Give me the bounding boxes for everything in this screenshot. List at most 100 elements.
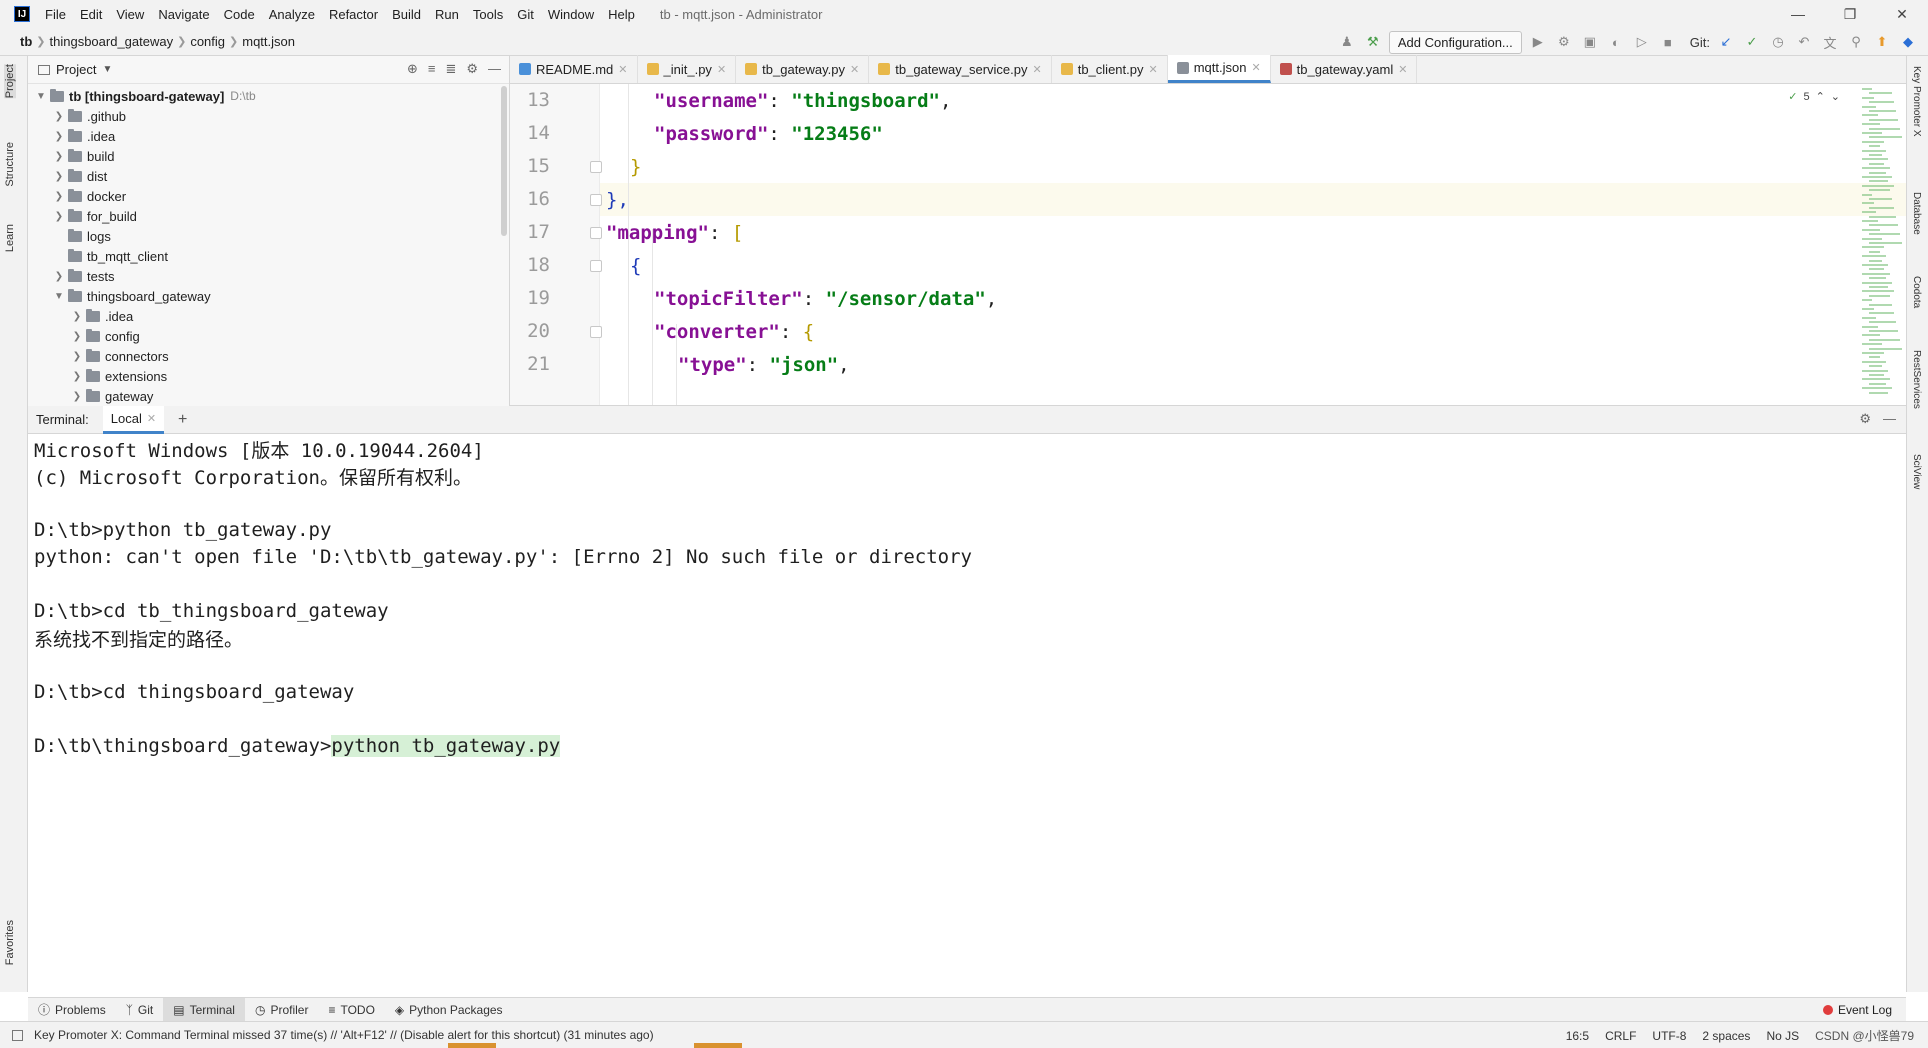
close-icon[interactable]: ✕	[1033, 63, 1042, 76]
tree-item[interactable]: ❯ docker	[52, 186, 126, 206]
menu-tools[interactable]: Tools	[466, 7, 510, 22]
stop-icon[interactable]: ■	[1658, 32, 1678, 52]
tree-item[interactable]: ❯ build	[52, 146, 114, 166]
tree-item[interactable]: ❯ .idea	[70, 306, 133, 326]
tree-item[interactable]: ❯ tests	[52, 266, 114, 286]
close-icon[interactable]: ✕	[1876, 0, 1928, 28]
menu-refactor[interactable]: Refactor	[322, 7, 385, 22]
code-editor[interactable]: 13 14 15 16 17 18 19 20 21 "username": "thingsbo…	[510, 84, 1906, 406]
close-icon[interactable]: ✕	[850, 63, 859, 76]
add-configuration-button[interactable]: Add Configuration...	[1388, 30, 1522, 54]
sciview-tool-tab[interactable]: SciView	[1911, 454, 1922, 489]
problems-tab[interactable]: ⓘ Problems	[28, 998, 116, 1022]
git-update-icon[interactable]: ↙	[1716, 32, 1736, 52]
menu-git[interactable]: Git	[510, 7, 541, 22]
tree-item[interactable]: ❯ dist	[52, 166, 107, 186]
profiler-tab[interactable]: ◷ Profiler	[245, 998, 319, 1022]
close-icon[interactable]: ✕	[1251, 61, 1260, 74]
chevron-right-icon[interactable]: ❯	[52, 211, 66, 222]
terminal-tab[interactable]: ▤ Terminal	[163, 997, 245, 1022]
editor-tab[interactable]: tb_gateway_service.py ✕	[869, 55, 1052, 83]
chevron-down-icon[interactable]: ⌄	[1831, 90, 1840, 103]
menu-edit[interactable]: Edit	[73, 7, 109, 22]
gear-icon[interactable]: ⚙	[1859, 411, 1871, 427]
chevron-right-icon[interactable]: ❯	[52, 131, 66, 142]
git-history-icon[interactable]: ◷	[1768, 32, 1788, 52]
editor-tab[interactable]: mqtt.json ✕	[1167, 55, 1271, 83]
codota-tool-tab[interactable]: Codota	[1911, 276, 1922, 308]
tree-item[interactable]: ❯ for_build	[52, 206, 137, 226]
chevron-right-icon[interactable]: ❯	[70, 331, 84, 342]
git-rollback-icon[interactable]: ↶	[1794, 32, 1814, 52]
close-icon[interactable]: ✕	[1398, 63, 1407, 76]
collapse-all-icon[interactable]: ≣	[445, 61, 456, 77]
breadcrumb-config[interactable]: config	[186, 34, 229, 49]
chevron-right-icon[interactable]: ❯	[52, 151, 66, 162]
fold-marker-icon[interactable]	[590, 260, 602, 272]
file-encoding[interactable]: UTF-8	[1652, 1029, 1686, 1043]
fold-marker-icon[interactable]	[590, 326, 602, 338]
minimize-icon[interactable]: —	[1772, 0, 1824, 28]
database-tool-tab[interactable]: Database	[1911, 192, 1922, 235]
terminal-output[interactable]: Microsoft Windows [版本 10.0.19044.2604] (…	[28, 434, 1906, 997]
status-panel-icon[interactable]	[12, 1030, 23, 1041]
chevron-down-icon[interactable]: ▼	[52, 291, 66, 302]
chevron-right-icon[interactable]: ❯	[52, 171, 66, 182]
fold-marker-icon[interactable]	[590, 161, 602, 173]
chevron-down-icon[interactable]: ▼	[102, 64, 112, 75]
debug-icon[interactable]: ⚙	[1554, 32, 1574, 52]
terminal-current-command[interactable]: python tb_gateway.py	[331, 735, 561, 757]
close-icon[interactable]: ✕	[618, 63, 627, 76]
restore-icon[interactable]: ❐	[1824, 0, 1876, 28]
search-icon[interactable]: ⚲	[1846, 32, 1866, 52]
menu-help[interactable]: Help	[601, 7, 642, 22]
python-packages-tab[interactable]: ◈ Python Packages	[385, 998, 513, 1022]
line-separator[interactable]: CRLF	[1605, 1029, 1636, 1043]
indent-setting[interactable]: 2 spaces	[1702, 1029, 1750, 1043]
tree-root[interactable]: ▼ tb [thingsboard-gateway] D:\tb	[34, 86, 256, 106]
chevron-right-icon[interactable]: ❯	[70, 311, 84, 322]
terminal-tab-local[interactable]: Local ✕	[102, 405, 165, 434]
resume-icon[interactable]: ▷	[1632, 32, 1652, 52]
gear-icon[interactable]: ⚙	[466, 61, 478, 77]
status-message[interactable]: Key Promoter X: Command Terminal missed …	[34, 1028, 654, 1042]
chevron-right-icon[interactable]: ❯	[52, 271, 66, 282]
editor-tab[interactable]: tb_gateway.yaml ✕	[1271, 55, 1418, 83]
tree-scrollbar[interactable]	[501, 86, 507, 236]
menu-build[interactable]: Build	[385, 7, 428, 22]
menu-window[interactable]: Window	[541, 7, 601, 22]
hide-panel-icon[interactable]: —	[1883, 411, 1896, 427]
chevron-right-icon[interactable]: ❯	[70, 371, 84, 382]
restservices-tool-tab[interactable]: RestServices	[1911, 350, 1922, 409]
fold-marker-icon[interactable]	[590, 194, 602, 206]
translate-icon[interactable]: 文	[1820, 32, 1840, 52]
chevron-down-icon[interactable]: ▼	[34, 91, 48, 102]
run-icon[interactable]: ▶	[1528, 32, 1548, 52]
chevron-right-icon[interactable]: ❯	[70, 391, 84, 402]
locate-icon[interactable]: ⊕	[407, 61, 418, 77]
tree-item[interactable]: ▼ thingsboard_gateway	[52, 286, 211, 306]
editor-tab[interactable]: _init_.py ✕	[638, 55, 737, 83]
menu-code[interactable]: Code	[217, 7, 262, 22]
user-icon[interactable]: ♟	[1337, 32, 1357, 52]
menu-view[interactable]: View	[109, 7, 151, 22]
json-schema[interactable]: No JS	[1766, 1029, 1799, 1043]
expand-all-icon[interactable]: ≡	[428, 61, 436, 77]
tree-item[interactable]: logs	[52, 226, 111, 246]
hide-panel-icon[interactable]: —	[488, 61, 501, 77]
menu-run[interactable]: Run	[428, 7, 466, 22]
editor-tab[interactable]: README.md ✕	[510, 55, 638, 83]
close-icon[interactable]: ✕	[1148, 63, 1157, 76]
menu-file[interactable]: File	[38, 7, 73, 22]
tree-item[interactable]: ❯ .github	[52, 106, 126, 126]
git-tab[interactable]: ᛉ Git	[116, 998, 164, 1022]
tree-item[interactable]: ❯ .idea	[52, 126, 115, 146]
close-icon[interactable]: ✕	[717, 63, 726, 76]
fold-marker-icon[interactable]	[590, 227, 602, 239]
todo-tab[interactable]: ≡ TODO	[318, 998, 384, 1022]
chevron-right-icon[interactable]: ❯	[52, 111, 66, 122]
menu-analyze[interactable]: Analyze	[262, 7, 322, 22]
coverage-icon[interactable]: ▣	[1580, 32, 1600, 52]
chevron-right-icon[interactable]: ❯	[70, 351, 84, 362]
breadcrumb-folder[interactable]: thingsboard_gateway	[46, 34, 178, 49]
